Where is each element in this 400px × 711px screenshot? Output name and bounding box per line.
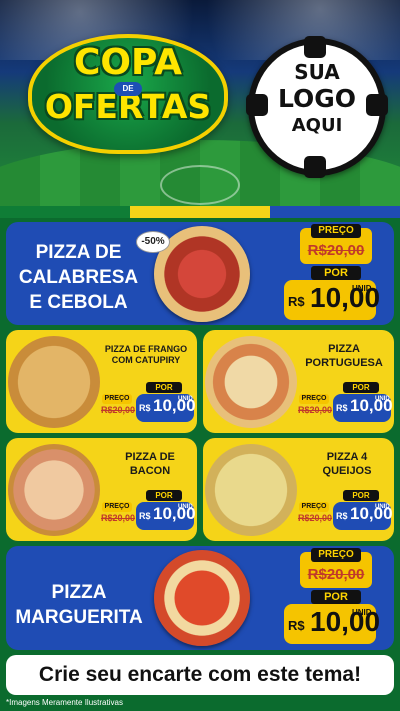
product-card-portuguesa: PIZZA PORTUGUESA POR PREÇO R$20,00 R$ 10… [203, 330, 394, 433]
new-price-box: R$ 10,00 UNID [333, 394, 393, 422]
currency: R$ [139, 403, 151, 413]
unit: UNID [178, 396, 193, 402]
old-price: R$20,00 [297, 513, 333, 523]
flyer: COPA OFERTAS DE SUA LOGO AQUI PIZZA DE C… [0, 0, 400, 711]
pizza-portuguesa-image [205, 336, 297, 428]
product-card-4-queijos: PIZZA 4 QUEIJOS POR PREÇO R$20,00 R$ 10,… [203, 438, 394, 541]
new-price-box: R$ 10,00 UNID [284, 280, 380, 320]
old-price: R$20,00 [307, 566, 365, 583]
product-name: PIZZA DE FRANGO COM CATUPIRY [104, 344, 188, 365]
pizza-4-queijos-image [205, 444, 297, 536]
new-price-box: R$ 10,00 UNID [333, 502, 393, 530]
pizza-bacon-image [8, 444, 100, 536]
currency: R$ [336, 403, 348, 413]
new-price-box: R$ 10,00 UNID [284, 604, 380, 644]
product-name: PIZZA 4 QUEIJOS [322, 451, 372, 477]
currency: R$ [288, 294, 305, 309]
unit: UNID [178, 504, 193, 510]
old-price: R$20,00 [100, 513, 136, 523]
currency: R$ [139, 511, 151, 521]
logo-line-2: LOGO [277, 84, 357, 113]
product-card-marguerita: PIZZA MARGUERITA PREÇO R$20,00 POR R$ 10… [6, 546, 394, 650]
field-center-circle [160, 165, 240, 205]
disclaimer: *Imagens Meramente Ilustrativas [6, 698, 123, 707]
title-copa: COPA [74, 42, 182, 83]
flag-stripe [0, 206, 400, 218]
pizza-frango-image [8, 336, 100, 428]
old-price: R$20,00 [297, 405, 333, 415]
new-price-box: R$ 10,00 UNID [136, 502, 196, 530]
old-price-label: PREÇO [102, 502, 132, 512]
unit: UNID [352, 284, 372, 293]
old-price-label: PREÇO [299, 502, 329, 512]
old-price-label: PREÇO [311, 224, 361, 238]
hero-banner: COPA OFERTAS DE SUA LOGO AQUI [0, 0, 400, 206]
new-price-label: POR [146, 490, 182, 501]
product-card-bacon: PIZZA DE BACON POR PREÇO R$20,00 R$ 10,0… [6, 438, 197, 541]
discount-badge: -50% [136, 231, 170, 253]
product-card-calabresa: PIZZA DE CALABRESA E CEBOLA PREÇO R$20,0… [6, 222, 394, 325]
new-price-label: POR [343, 490, 379, 501]
old-price-label: PREÇO [102, 394, 132, 404]
unit: UNID [375, 396, 390, 402]
product-name: PIZZA DE CALABRESA E CEBOLA [18, 242, 139, 313]
old-price-label: PREÇO [311, 548, 361, 562]
new-price-label: POR [343, 382, 379, 393]
logo-line-3: AQUI [291, 115, 343, 136]
footer-banner: Crie seu encarte com este tema! [6, 655, 394, 695]
product-name: PIZZA PORTUGUESA [305, 343, 383, 369]
unit: UNID [352, 608, 372, 617]
product-name: PIZZA DE BACON [125, 451, 175, 477]
product-card-frango: PIZZA DE FRANGO COM CATUPIRY POR PREÇO R… [6, 330, 197, 433]
unit: UNID [375, 504, 390, 510]
new-price-label: POR [311, 590, 361, 604]
logo-line-1: SUA [294, 60, 340, 84]
old-price-label: PREÇO [299, 394, 329, 404]
new-price-box: R$ 10,00 UNID [136, 394, 196, 422]
old-price: R$20,00 [307, 242, 365, 259]
currency: R$ [288, 618, 305, 633]
new-price-label: POR [311, 266, 361, 280]
currency: R$ [336, 511, 348, 521]
title-de: DE [114, 82, 142, 96]
product-name: PIZZA MARGUERITA [15, 582, 143, 628]
logo-placeholder: SUA LOGO AQUI [262, 60, 372, 138]
pizza-marguerita-image [154, 550, 250, 646]
old-price: R$20,00 [100, 405, 136, 415]
new-price-label: POR [146, 382, 182, 393]
